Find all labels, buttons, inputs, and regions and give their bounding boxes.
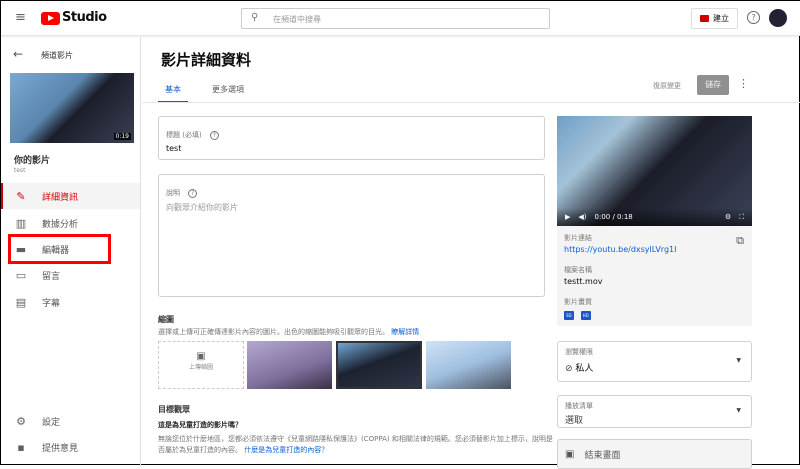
video-camera-icon [700, 15, 709, 22]
end-screen-icon: ▣ [565, 448, 575, 460]
made-for-kids-link[interactable]: 什麼是為兒童打造的內容？ [244, 446, 328, 454]
description-field-label: 說明 [166, 189, 180, 197]
thumbnail-option-3[interactable] [426, 341, 511, 389]
filename: testt.mov [564, 277, 603, 286]
tabs-divider [142, 102, 800, 103]
filename-label: 檔案名稱 [564, 266, 592, 274]
sidebar-item-analytics[interactable]: ▥ 數據分析 [1, 210, 140, 236]
video-player[interactable]: ▶ ◀) 0:00 / 0:18 ⚙ ⛶ [557, 116, 752, 226]
video-title: test [14, 167, 26, 174]
comments-icon: ▭ [15, 268, 27, 282]
video-info-panel: 影片連結 https://youtu.be/dxsylLVrg1I ⧉ 檔案名稱… [557, 226, 752, 326]
volume-icon[interactable]: ◀) [578, 213, 586, 221]
subtitles-icon: ▤ [15, 295, 27, 309]
save-label: 儲存 [705, 80, 721, 89]
feedback-icon: ▪ [17, 440, 25, 454]
tab-basic[interactable]: 基本 [158, 81, 188, 103]
play-icon[interactable]: ▶ [565, 213, 570, 221]
youtube-logo-icon[interactable] [41, 12, 60, 25]
video-time: 0:00 / 0:18 [594, 213, 633, 221]
create-button[interactable]: 建立 [691, 8, 738, 29]
help-icon[interactable]: ? [209, 131, 219, 140]
audience-desc-text: 無論您位於什麼地區，您都必須依法遵守《兒童網路隱私保護法》(COPPA) 和相關… [158, 435, 553, 454]
audience-heading: 目標觀眾 [158, 405, 190, 414]
sidebar-item-label: 詳細資訊 [42, 192, 79, 203]
create-label: 建立 [713, 14, 729, 23]
sidebar-item-label: 數據分析 [42, 219, 79, 230]
tab-label: 基本 [165, 85, 181, 94]
search-placeholder: 在頻道中搜尋 [273, 15, 321, 24]
audience-question: 這是為兒童打造的影片嗎？ [158, 421, 242, 429]
back-to-channel-videos[interactable]: 頻道影片 [41, 50, 73, 61]
back-arrow-icon[interactable]: ← [13, 47, 23, 61]
title-field-label: 標題 (必填) [166, 131, 202, 139]
title-field[interactable]: 標題 (必填) ? test [158, 116, 545, 160]
settings-icon[interactable]: ⚙ [725, 213, 731, 221]
playlist-value: 選取 [565, 416, 584, 426]
upload-thumbnail-label: 上傳縮圖 [188, 364, 213, 371]
menu-icon[interactable]: ≡ [15, 10, 26, 25]
end-screen-label: 結束畫面 [584, 450, 621, 461]
copy-icon[interactable]: ⧉ [736, 234, 744, 248]
search-input[interactable]: ⚲ 在頻道中搜尋 [241, 8, 550, 29]
top-bar: ≡ Studio ⚲ 在頻道中搜尋 建立 ? [1, 1, 800, 36]
audience-description: 無論您位於什麼地區，您都必須依法遵守《兒童網路隱私保護法》(COPPA) 和相關… [158, 434, 553, 456]
fullscreen-icon[interactable]: ⛶ [739, 213, 744, 222]
playlist-label: 播放清單 [565, 402, 593, 410]
visibility-label: 瀏覽權限 [565, 348, 593, 356]
learn-more-link[interactable]: 瞭解詳情 [391, 328, 419, 336]
save-button[interactable]: 儲存 [697, 75, 729, 95]
sidebar-item-label: 提供意見 [42, 443, 79, 454]
video-duration: 0:19 [113, 133, 131, 140]
studio-logo-text: Studio [62, 10, 107, 25]
thumbnail-option-1[interactable] [247, 341, 332, 389]
visibility-value: 私人 [575, 364, 594, 374]
visibility-select[interactable]: 瀏覽權限 ⊘ 私人 ▼ [557, 341, 752, 382]
sidebar-item-subtitles[interactable]: ▤ 字幕 [1, 289, 140, 315]
highlight-box [8, 234, 111, 264]
sidebar-item-label: 字幕 [42, 298, 61, 309]
video-link[interactable]: https://youtu.be/dxsylLVrg1I [564, 245, 745, 254]
thumbnail-option-2-selected[interactable] [336, 341, 422, 389]
search-icon: ⚲ [251, 12, 259, 23]
description-placeholder: 向觀眾介紹你的影片 [166, 203, 238, 212]
eye-off-icon: ⊘ [565, 364, 573, 374]
sidebar-item-label: 設定 [42, 417, 61, 428]
your-video-label: 你的影片 [14, 156, 51, 166]
sidebar: ← 頻道影片 0:19 你的影片 test ✎ 詳細資訊 ▥ 數據分析 ▬ 編輯… [1, 37, 141, 466]
playlist-select[interactable]: 播放清單 選取 ▼ [557, 395, 752, 428]
avatar[interactable] [769, 9, 787, 27]
sidebar-item-comments[interactable]: ▭ 留言 [1, 262, 140, 288]
tab-more-options[interactable]: 更多選項 [212, 84, 244, 95]
upload-thumbnail-button[interactable]: ▣ 上傳縮圖 [158, 341, 244, 389]
video-thumbnail[interactable]: 0:19 [10, 73, 134, 143]
sidebar-item-feedback[interactable]: ▪ 提供意見 [1, 434, 140, 460]
hd-badge: HD [580, 311, 591, 320]
help-icon[interactable]: ? [747, 11, 760, 24]
chevron-down-icon: ▼ [736, 357, 741, 364]
video-link-label: 影片連結 [564, 234, 592, 242]
quality-label: 影片畫質 [564, 298, 592, 306]
help-icon[interactable]: ? [188, 189, 198, 198]
sidebar-item-label: 留言 [42, 271, 61, 282]
thumbnail-heading: 縮圖 [158, 315, 174, 324]
thumbnail-desc-text: 選擇或上傳可正確傳達影片內容的圖片。出色的縮圖能夠吸引觀眾的目光。 [158, 328, 389, 336]
sidebar-item-details[interactable]: ✎ 詳細資訊 [1, 183, 140, 209]
description-field[interactable]: 說明 ? 向觀眾介紹你的影片 [158, 174, 545, 297]
analytics-icon: ▥ [15, 216, 27, 230]
add-image-icon: ▣ [196, 351, 206, 362]
chevron-down-icon: ▼ [736, 407, 741, 414]
title-field-value: test [166, 144, 182, 153]
pencil-icon: ✎ [16, 189, 26, 203]
gear-icon: ⚙ [16, 414, 26, 428]
page-title: 影片詳細資料 [161, 51, 252, 69]
sd-badge: SD [564, 311, 574, 320]
sidebar-item-settings[interactable]: ⚙ 設定 [1, 408, 140, 434]
more-options-icon[interactable]: ⋮ [738, 77, 749, 90]
undo-changes-button[interactable]: 復原變更 [653, 81, 681, 91]
thumbnail-description: 選擇或上傳可正確傳達影片內容的圖片。出色的縮圖能夠吸引觀眾的目光。 瞭解詳情 [158, 327, 419, 337]
